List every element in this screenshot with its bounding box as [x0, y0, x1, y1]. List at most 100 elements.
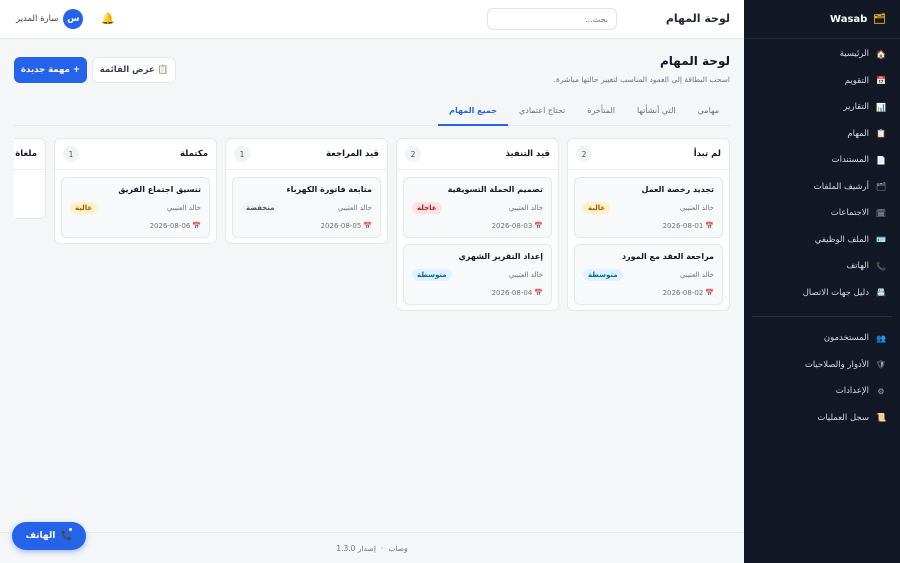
nav-icon: 🗓 — [875, 208, 886, 218]
nav-icon: 🛡 — [875, 360, 886, 370]
task-card[interactable]: مراجعة العقد مع المورد خالد العتيبي متوسطة… — [574, 244, 723, 305]
due-date-value: 2026-08-05 — [320, 222, 362, 230]
task-card[interactable]: متابعة فاتورة الكهرباء خالد العتيبي منخفضة… — [232, 177, 381, 238]
sidebar-item-label: دليل جهات الاتصال — [802, 287, 869, 298]
card-list: متابعة فاتورة الكهرباء خالد العتيبي منخفضة… — [226, 170, 387, 251]
task-title: متابعة فاتورة الكهرباء — [286, 185, 372, 194]
tab[interactable]: المتأخرة — [576, 97, 626, 126]
new-task-button[interactable]: + مهمة جديدة — [14, 57, 87, 83]
nav-icon: 📊 — [876, 102, 886, 112]
sidebar-divider — [752, 316, 892, 317]
sidebar-item[interactable]: 📄 المستندات — [744, 147, 900, 174]
task-title: مراجعة العقد مع المورد — [621, 252, 714, 261]
kanban-column: قيد المراجعة 1 متابعة فاتورة الكهرباء خالد … — [225, 138, 388, 244]
card-list — [14, 170, 45, 184]
task-due-date: 📅2026-08-06 — [150, 222, 201, 230]
column-header: مكتملة 1 — [55, 139, 216, 170]
sidebar-item[interactable]: 🛡 الأدوار والصلاحيات — [744, 352, 900, 379]
status-dot — [67, 526, 74, 533]
task-assignee: خالد العتيبي — [337, 204, 372, 212]
kanban-column: ملغاة — [14, 138, 46, 219]
priority-badge: عاجلة — [412, 202, 442, 214]
column-title: قيد التنفيذ — [505, 149, 550, 159]
brand-name: Wasab — [830, 13, 868, 25]
task-assignee: خالد العتيبي — [679, 271, 714, 279]
footer: وصاب · إصدار 1.3.0 — [0, 532, 744, 563]
sidebar-item[interactable]: 🗂 أرشيف الملفات — [744, 174, 900, 201]
sidebar-item[interactable]: 📊 التقارير — [744, 94, 900, 121]
nav-icon: 📅 — [876, 76, 886, 86]
task-title: إعداد التقرير الشهري — [458, 252, 543, 261]
task-assignee: خالد العتيبي — [679, 204, 714, 212]
sidebar-item[interactable]: 👥 المستخدمون — [744, 325, 900, 352]
sidebar-item-label: المستندات — [831, 155, 869, 166]
bell-icon[interactable]: 🔔 — [101, 12, 115, 25]
sidebar-item[interactable]: 🗓 الاجتماعات — [744, 200, 900, 227]
user-menu[interactable]: س سارة المدير — [16, 9, 84, 29]
task-assignee: خالد العتيبي — [166, 204, 201, 212]
sidebar-item[interactable]: 📋 المهام — [744, 121, 900, 148]
sidebar-item-label: الهاتف — [846, 261, 869, 272]
phone-fab-button[interactable]: 📞 الهاتف — [12, 522, 86, 550]
task-card[interactable]: تجديد رخصة العمل خالد العتيبي عالية 📅2026-0… — [574, 177, 723, 238]
avatar: س — [63, 9, 84, 29]
task-due-date: 📅2026-08-01 — [663, 222, 714, 230]
column-header: لم تبدأ 2 — [568, 139, 729, 170]
kanban-board: لم تبدأ 2 تجديد رخصة العمل خالد العتيبي عالي… — [14, 138, 730, 528]
list-view-button[interactable]: 📋 عرض القائمة — [92, 57, 176, 83]
brand[interactable]: 🗂 Wasab — [744, 0, 900, 39]
column-title: لم تبدأ — [693, 149, 721, 159]
calendar-icon: 📅 — [705, 289, 714, 297]
task-assignee: خالد العتيبي — [508, 204, 543, 212]
due-date-value: 2026-08-02 — [662, 289, 704, 297]
tab[interactable]: التي أنشأتها — [626, 97, 687, 126]
sidebar-item-label: سجل العمليات — [817, 412, 869, 423]
column-header: قيد التنفيذ 2 — [397, 139, 558, 170]
nav-icon: 📞 — [876, 261, 886, 271]
sidebar-item[interactable]: 🏠 الرئيسية — [744, 41, 900, 68]
topbar: لوحة المهام 🔔 س سارة المدير — [0, 0, 744, 39]
tab[interactable]: تحتاج اعتمادي — [508, 97, 576, 126]
user-name: سارة المدير — [16, 14, 59, 24]
column-header: ملغاة — [14, 139, 45, 170]
due-date-value: 2026-08-06 — [149, 222, 191, 230]
sidebar-item-label: الاجتماعات — [830, 208, 869, 219]
kanban-column: قيد التنفيذ 2 تصميم الحملة التسويقية خالد ا… — [396, 138, 559, 311]
tab[interactable]: مهامي — [687, 97, 730, 126]
card-list: تصميم الحملة التسويقية خالد العتيبي عاجلة 📅… — [397, 170, 558, 318]
column-count-badge: 1 — [234, 146, 250, 162]
sidebar-item-label: المهام — [847, 128, 869, 139]
footer-app: وصاب — [388, 543, 408, 553]
task-title: تصميم الحملة التسويقية — [447, 185, 543, 194]
kanban-column: لم تبدأ 2 تجديد رخصة العمل خالد العتيبي عالي… — [567, 138, 730, 311]
kanban-column: مكتملة 1 تنسيق اجتماع الفريق خالد العتيبي عا… — [54, 138, 217, 244]
search-input[interactable] — [487, 8, 617, 30]
sidebar-item[interactable]: 📞 الهاتف — [744, 253, 900, 280]
column-title: ملغاة — [15, 149, 37, 159]
calendar-icon: 📅 — [534, 289, 543, 297]
sidebar-item[interactable]: 📜 سجل العمليات — [744, 405, 900, 432]
sidebar-item-label: الإعدادات — [835, 386, 869, 397]
priority-badge: منخفضة — [241, 202, 280, 214]
sidebar-item-label: التقارير — [843, 102, 869, 113]
task-title: تنسيق اجتماع الفريق — [118, 185, 201, 194]
sidebar-item[interactable]: 🪪 الملف الوظيفي — [744, 227, 900, 254]
sidebar-item[interactable]: 📅 التقويم — [744, 68, 900, 95]
sidebar-item[interactable]: ⚙ الإعدادات — [744, 378, 900, 405]
task-card[interactable]: تنسيق اجتماع الفريق خالد العتيبي عالية 📅202… — [61, 177, 210, 238]
task-card[interactable]: إعداد التقرير الشهري خالد العتيبي متوسطة 📅2… — [403, 244, 552, 305]
nav-icon: 👥 — [876, 333, 886, 343]
nav-icon: ⚙ — [877, 386, 885, 396]
sidebar: 🗂 Wasab 🏠 الرئيسية 📅 التقويم 📊 التقارير 📋 المها… — [744, 0, 900, 563]
column-count-badge: 2 — [576, 146, 592, 162]
task-title: تجديد رخصة العمل — [641, 185, 714, 194]
sidebar-item-label: الأدوار والصلاحيات — [804, 359, 869, 370]
nav-icon: 📇 — [876, 288, 886, 298]
task-card[interactable]: تصميم الحملة التسويقية خالد العتيبي عاجلة 📅… — [403, 177, 552, 238]
tab[interactable]: جميع المهام — [438, 97, 509, 126]
page-title: لوحة المهام — [659, 54, 730, 68]
sidebar-item[interactable]: 📇 دليل جهات الاتصال — [744, 280, 900, 307]
nav-icon: 📜 — [876, 413, 886, 423]
sidebar-item-label: المستخدمون — [823, 333, 869, 344]
column-title: قيد المراجعة — [326, 149, 379, 159]
